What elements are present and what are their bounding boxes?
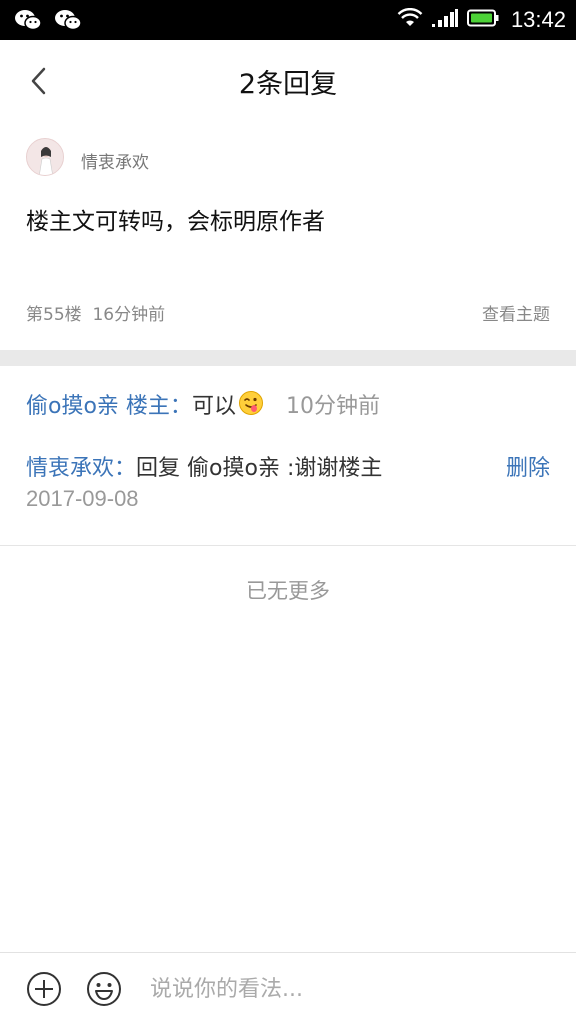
avatar[interactable]	[26, 138, 64, 176]
post-content: 楼主文可转吗，会标明原作者	[26, 209, 325, 235]
add-button[interactable]	[26, 971, 62, 1007]
list-item[interactable]: 情衷承欢：回复 偷o摸o亲 :谢谢楼主 删除	[26, 450, 550, 482]
section-divider	[0, 350, 576, 366]
reply-author[interactable]: 偷o摸o亲 楼主	[26, 394, 170, 419]
plus-circle-icon	[26, 972, 62, 1011]
no-more-text: 已无更多	[246, 579, 330, 603]
page-title: 2条回复	[238, 69, 338, 100]
comment-input[interactable]	[150, 967, 550, 1011]
reply-colon: ：	[169, 394, 192, 419]
smiley-icon	[86, 972, 122, 1011]
view-topic-link[interactable]: 查看主题	[482, 300, 550, 325]
main-post: 情衷承欢 楼主文可转吗，会标明原作者 第55楼 16分钟前 查看主题	[0, 122, 576, 350]
status-time: 13:42	[510, 7, 566, 32]
signal-icon	[431, 8, 459, 32]
battery-icon	[466, 9, 499, 31]
app-header: 2条回复	[0, 40, 576, 122]
reply-colon: ：	[114, 456, 137, 481]
reply-time: 10分钟前	[285, 394, 380, 419]
status-bar-system: 13:42	[397, 0, 566, 40]
delete-button[interactable]: 删除	[506, 450, 550, 482]
list-item[interactable]: 偷o摸o亲 楼主：可以 10分钟前	[26, 388, 380, 420]
post-author[interactable]: 情衷承欢	[81, 148, 149, 173]
reply-text: 回复 偷o摸o亲 :谢谢楼主	[136, 456, 383, 481]
wechat-icon	[54, 8, 82, 32]
reply-date: 2017-09-08	[26, 486, 139, 511]
emoji-button[interactable]	[86, 971, 122, 1007]
status-bar: 13:42	[0, 0, 576, 40]
comment-bar	[0, 952, 576, 1024]
wifi-icon	[397, 7, 423, 32]
status-bar-notifications	[14, 8, 82, 32]
reply-list: 偷o摸o亲 楼主：可以 10分钟前 情衷承欢：回复 偷o摸o亲 :谢谢楼主 删除…	[0, 366, 576, 546]
reply-author[interactable]: 情衷承欢	[26, 456, 114, 481]
tongue-wink-emoji-icon	[238, 390, 264, 416]
post-meta: 第55楼 16分钟前	[26, 305, 166, 325]
wechat-icon	[14, 8, 42, 32]
reply-text: 可以	[191, 394, 236, 419]
